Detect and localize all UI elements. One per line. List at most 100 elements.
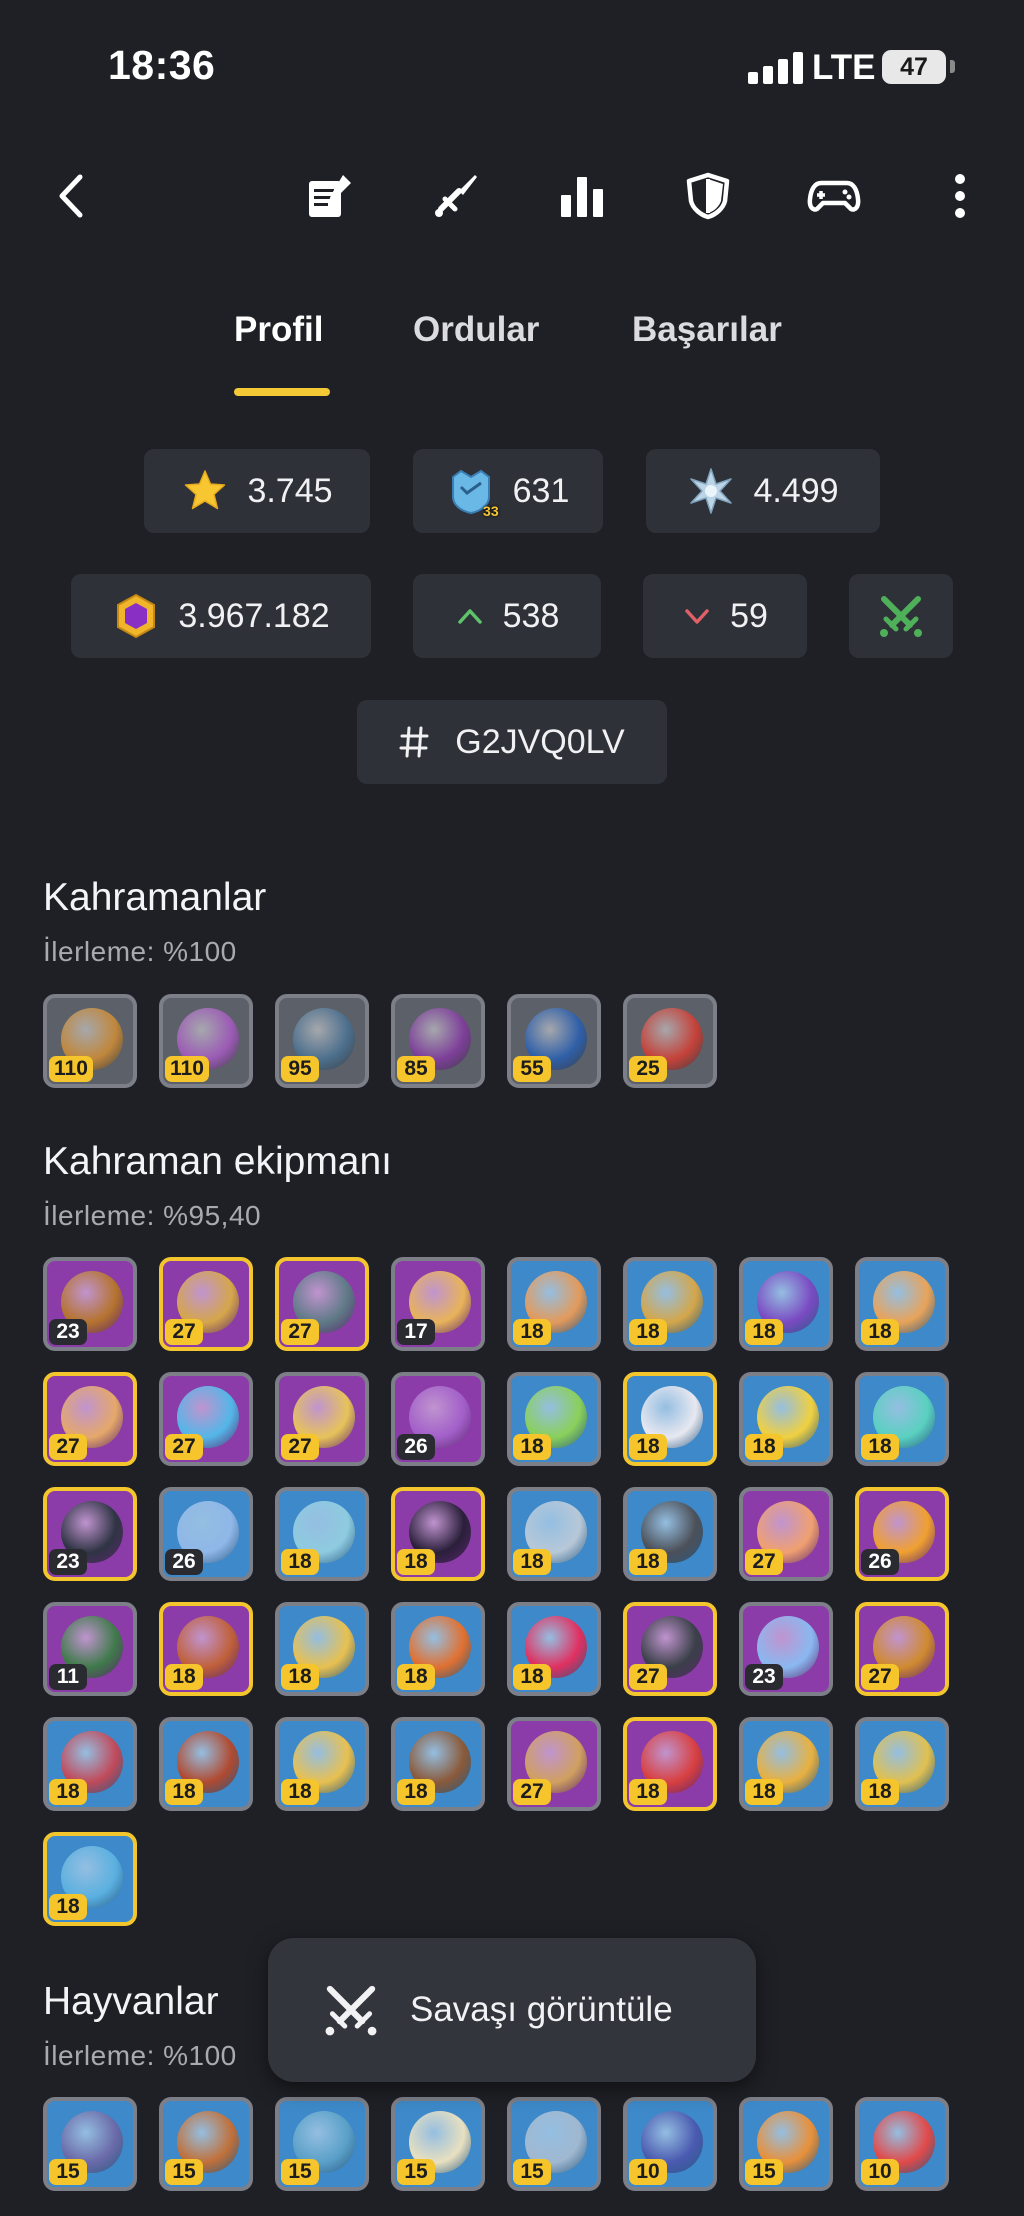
received-value: 59 (730, 596, 768, 635)
equipment-tile[interactable]: 18 (159, 1602, 253, 1696)
bar-chart-icon[interactable] (554, 168, 610, 224)
pets-tile[interactable]: 15 (275, 2097, 369, 2191)
pets-level-badge: 15 (165, 2159, 203, 2185)
pets-tile[interactable]: 10 (855, 2097, 949, 2191)
equipment-tile[interactable]: 18 (275, 1487, 369, 1581)
heroes-tile[interactable]: 85 (391, 994, 485, 1088)
equipment-tile[interactable]: 18 (43, 1832, 137, 1926)
player-tag-chip[interactable]: G2JVQ0LV (357, 700, 667, 784)
equipment-tile[interactable]: 11 (43, 1602, 137, 1696)
equipment-level-badge: 18 (49, 1779, 87, 1805)
pets-tile[interactable]: 15 (391, 2097, 485, 2191)
equipment-tile[interactable]: 27 (855, 1602, 949, 1696)
received-chip[interactable]: 59 (643, 574, 807, 658)
equipment-tile[interactable]: 18 (391, 1602, 485, 1696)
view-war-snackbar[interactable]: Savaşı görüntüle (268, 1938, 756, 2082)
equipment-tile[interactable]: 18 (391, 1487, 485, 1581)
builder-trophies-chip[interactable]: 33 631 (413, 449, 603, 533)
heroes-level-badge: 25 (629, 1056, 667, 1082)
tab-basarilar[interactable]: Başarılar (632, 310, 782, 350)
equipment-tile[interactable]: 18 (623, 1372, 717, 1466)
equipment-tile[interactable]: 18 (43, 1717, 137, 1811)
equipment-tile[interactable]: 27 (507, 1717, 601, 1811)
builder-trophies-value: 631 (512, 471, 570, 510)
equipment-tile[interactable]: 18 (623, 1257, 717, 1351)
shield-icon[interactable] (680, 168, 736, 224)
heroes-tile[interactable]: 110 (159, 994, 253, 1088)
equipment-level-badge: 17 (397, 1319, 435, 1345)
equipment-tile[interactable]: 18 (855, 1717, 949, 1811)
equipment-tile[interactable]: 26 (391, 1372, 485, 1466)
equipment-title: Kahraman ekipmanı (43, 1140, 393, 1183)
pets-tile[interactable]: 15 (43, 2097, 137, 2191)
trophies-value: 3.745 (247, 471, 333, 510)
tab-profil[interactable]: Profil (234, 310, 323, 350)
equipment-tile[interactable]: 27 (623, 1602, 717, 1696)
equipment-tile[interactable]: 26 (159, 1487, 253, 1581)
heroes-tile[interactable]: 55 (507, 994, 601, 1088)
trophies-chip[interactable]: 3.745 (144, 449, 370, 533)
equipment-tile[interactable]: 23 (739, 1602, 833, 1696)
equipment-tile[interactable]: 27 (159, 1257, 253, 1351)
equipment-tile[interactable]: 27 (43, 1372, 137, 1466)
equipment-tile[interactable]: 18 (391, 1717, 485, 1811)
heroes-tile[interactable]: 95 (275, 994, 369, 1088)
pets-tile[interactable]: 10 (623, 2097, 717, 2191)
hash-icon (399, 726, 429, 758)
equipment-level-badge: 27 (165, 1319, 203, 1345)
capital-trophies-chip[interactable]: 4.499 (646, 449, 880, 533)
gamepad-icon[interactable] (806, 168, 862, 224)
notes-icon[interactable] (302, 168, 358, 224)
network-label: LTE (812, 48, 876, 87)
equipment-tile[interactable]: 27 (275, 1257, 369, 1351)
equipment-level-badge: 18 (861, 1434, 899, 1460)
capital-trophies-value: 4.499 (753, 471, 839, 510)
equipment-tile[interactable]: 27 (159, 1372, 253, 1466)
status-bar: 18:36 LTE 47 (0, 0, 1024, 130)
tab-bar: Profil Ordular Başarılar (0, 300, 1024, 400)
equipment-tile[interactable]: 27 (275, 1372, 369, 1466)
equipment-level-badge: 18 (281, 1549, 319, 1575)
equipment-tile[interactable]: 18 (275, 1717, 369, 1811)
equipment-tile[interactable]: 23 (43, 1257, 137, 1351)
pets-tile[interactable]: 15 (159, 2097, 253, 2191)
pets-tile[interactable]: 15 (739, 2097, 833, 2191)
pets-tile[interactable]: 15 (507, 2097, 601, 2191)
pets-title: Hayvanlar (43, 1980, 219, 2023)
equipment-tile[interactable]: 18 (507, 1372, 601, 1466)
equipment-tile[interactable]: 18 (855, 1372, 949, 1466)
equipment-level-badge: 18 (513, 1434, 551, 1460)
equipment-tile[interactable]: 18 (739, 1372, 833, 1466)
equipment-tile[interactable]: 18 (159, 1717, 253, 1811)
equipment-tile[interactable]: 18 (623, 1717, 717, 1811)
equipment-tile[interactable]: 18 (855, 1257, 949, 1351)
equipment-tile[interactable]: 17 (391, 1257, 485, 1351)
equipment-tile[interactable]: 18 (623, 1487, 717, 1581)
view-war-label: Savaşı görüntüle (410, 1990, 673, 2029)
war-preference-chip[interactable] (849, 574, 953, 658)
equipment-level-badge: 27 (861, 1664, 899, 1690)
equipment-tile[interactable]: 18 (507, 1487, 601, 1581)
player-tag-value: G2JVQ0LV (455, 722, 625, 761)
tab-ordular[interactable]: Ordular (413, 310, 539, 350)
sword-icon[interactable] (428, 168, 484, 224)
equipment-tile[interactable]: 27 (739, 1487, 833, 1581)
equipment-tile[interactable]: 18 (275, 1602, 369, 1696)
pets-level-badge: 10 (629, 2159, 667, 2185)
pets-grid: 15 15 15 15 15 10 15 10 (43, 2097, 983, 2212)
donated-chip[interactable]: 538 (413, 574, 601, 658)
equipment-level-badge: 27 (165, 1434, 203, 1460)
heroes-tile[interactable]: 25 (623, 994, 717, 1088)
back-arrow-icon[interactable] (45, 168, 101, 224)
equipment-tile[interactable]: 18 (739, 1257, 833, 1351)
equipment-tile[interactable]: 18 (739, 1717, 833, 1811)
equipment-tile[interactable]: 18 (507, 1257, 601, 1351)
equipment-tile[interactable]: 23 (43, 1487, 137, 1581)
more-vertical-icon[interactable] (932, 168, 988, 224)
equipment-tile[interactable]: 26 (855, 1487, 949, 1581)
heroes-tile[interactable]: 110 (43, 994, 137, 1088)
capital-gold-chip[interactable]: 3.967.182 (71, 574, 371, 658)
pets-level-badge: 15 (397, 2159, 435, 2185)
equipment-tile[interactable]: 18 (507, 1602, 601, 1696)
donated-value: 538 (502, 596, 560, 635)
